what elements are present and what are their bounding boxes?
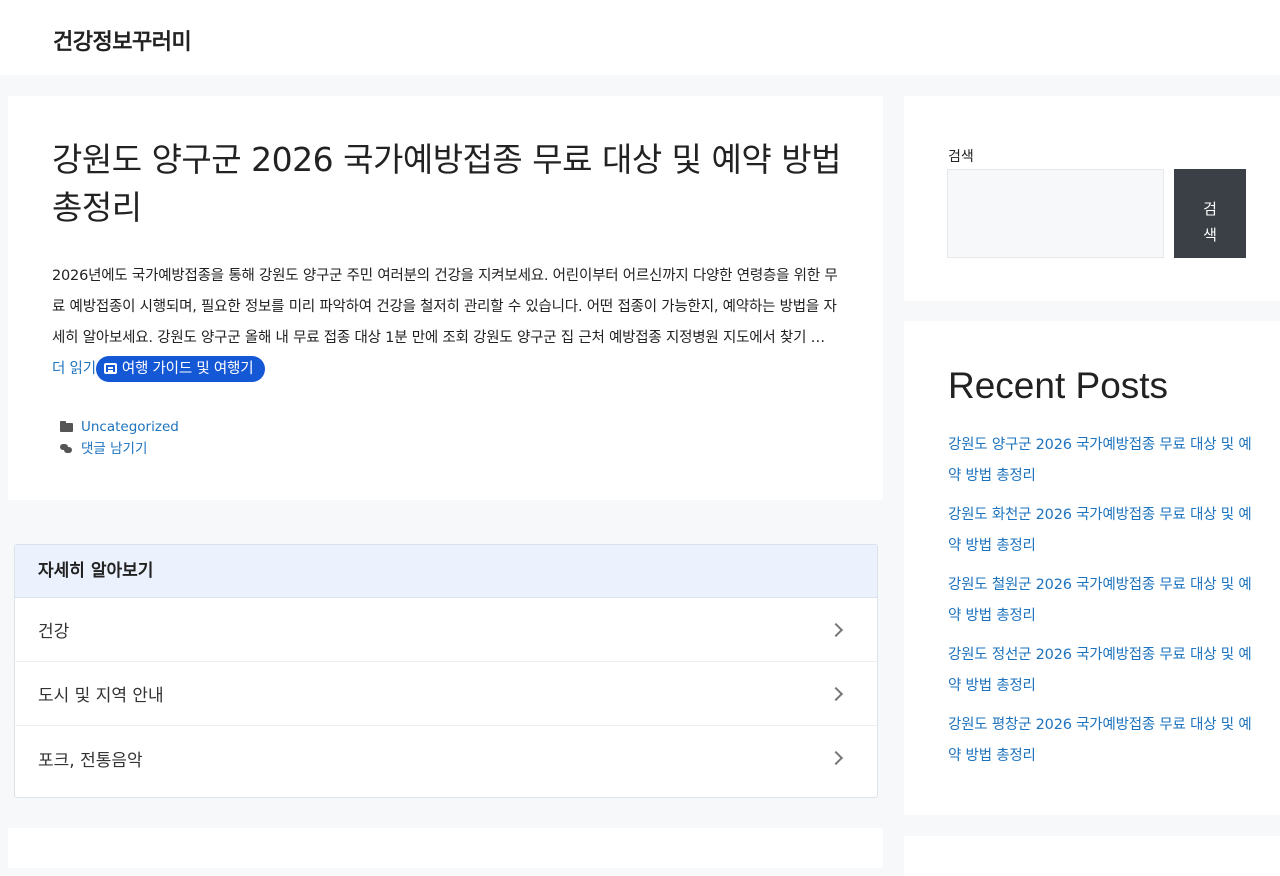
list-item: 강원도 정선군 2026 국가예방접종 무료 대상 및 예약 방법 총정리 <box>948 640 1253 702</box>
leave-comment-link[interactable]: 댓글 남기기 <box>81 438 147 460</box>
recent-posts-title: Recent Posts <box>948 365 1169 406</box>
learn-more-item-label: 도시 및 지역 안내 <box>38 686 164 706</box>
newspaper-icon <box>103 363 117 374</box>
list-item: 강원도 평창군 2026 국가예방접종 무료 대상 및 예약 방법 총정리 <box>948 710 1253 772</box>
learn-more-item-label: 포크, 전통음악 <box>38 750 143 771</box>
list-item: 강원도 화천군 2026 국가예방접종 무료 대상 및 예약 방법 총정리 <box>948 500 1253 562</box>
post-meta: Uncategorized 댓글 남기기 <box>60 416 179 460</box>
recent-post-link[interactable]: 강원도 양구군 2026 국가예방접종 무료 대상 및 예약 방법 총정리 <box>948 437 1252 484</box>
post-excerpt-text: 2026년에도 국가예방접종을 통해 강원도 양구군 주민 여러분의 건강을 지… <box>52 268 838 346</box>
search-button-label: 검색 <box>1203 200 1217 244</box>
read-more-link[interactable]: 더 읽기 <box>52 361 96 377</box>
learn-more-item[interactable]: 건강 <box>15 598 877 662</box>
chevron-right-icon <box>828 686 844 701</box>
site-header: 건강정보꾸러미 <box>0 0 1280 75</box>
search-input[interactable] <box>947 169 1164 258</box>
search-widget: 검색 검색 <box>904 96 1280 301</box>
post-title[interactable]: 강원도 양구군 2026 국가예방접종 무료 대상 및 예약 방법 총정리 <box>52 136 842 232</box>
recent-post-link[interactable]: 강원도 정선군 2026 국가예방접종 무료 대상 및 예약 방법 총정리 <box>948 647 1252 694</box>
recent-posts-widget: Recent Posts 강원도 양구군 2026 국가예방접종 무료 대상 및… <box>904 321 1280 815</box>
list-item: 강원도 양구군 2026 국가예방접종 무료 대상 및 예약 방법 총정리 <box>948 430 1253 492</box>
folder-icon <box>60 420 73 432</box>
learn-more-item-label: 건강 <box>38 622 70 642</box>
travel-guide-button[interactable]: 여행 가이드 및 여행기 <box>95 356 266 382</box>
learn-more-heading: 자세히 알아보기 <box>15 545 877 598</box>
chevron-right-icon <box>828 622 844 637</box>
learn-more-item[interactable]: 도시 및 지역 안내 <box>15 662 877 726</box>
recent-post-link[interactable]: 강원도 철원군 2026 국가예방접종 무료 대상 및 예약 방법 총정리 <box>948 577 1252 624</box>
category-link[interactable]: Uncategorized <box>81 416 179 438</box>
chevron-right-icon <box>828 750 844 766</box>
travel-guide-label: 여행 가이드 및 여행기 <box>121 361 254 377</box>
list-item: 강원도 철원군 2026 국가예방접종 무료 대상 및 예약 방법 총정리 <box>948 570 1253 632</box>
comments-icon <box>60 444 72 454</box>
next-post-article <box>8 828 883 868</box>
recent-post-link[interactable]: 강원도 화천군 2026 국가예방접종 무료 대상 및 예약 방법 총정리 <box>948 507 1252 554</box>
recent-post-link[interactable]: 강원도 평창군 2026 국가예방접종 무료 대상 및 예약 방법 총정리 <box>948 717 1252 764</box>
post-article: 강원도 양구군 2026 국가예방접종 무료 대상 및 예약 방법 총정리 20… <box>8 96 883 500</box>
sidebar-widget <box>904 836 1280 876</box>
search-label: 검색 <box>948 149 974 165</box>
recent-posts-list: 강원도 양구군 2026 국가예방접종 무료 대상 및 예약 방법 총정리 강원… <box>948 430 1253 780</box>
learn-more-box: 자세히 알아보기 건강 도시 및 지역 안내 포크, 전통음악 <box>14 544 878 798</box>
site-title[interactable]: 건강정보꾸러미 <box>53 24 192 56</box>
search-button[interactable]: 검색 <box>1174 169 1246 258</box>
post-excerpt: 2026년에도 국가예방접종을 통해 강원도 양구군 주민 여러분의 건강을 지… <box>52 261 842 385</box>
learn-more-item[interactable]: 포크, 전통음악 <box>15 726 877 790</box>
